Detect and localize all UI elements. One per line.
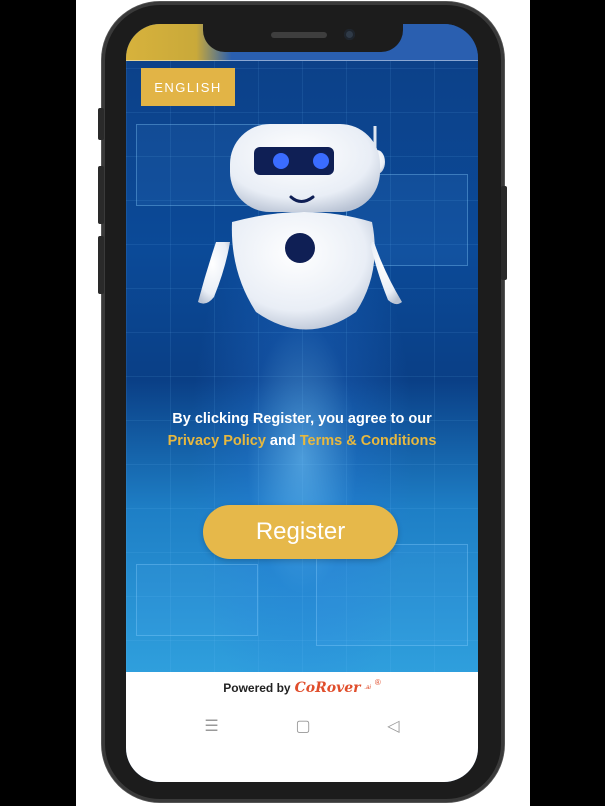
- agreement-text: By clicking Register, you agree to our P…: [166, 408, 438, 452]
- terms-link[interactable]: Terms & Conditions: [300, 433, 437, 449]
- home-icon[interactable]: ▢: [295, 716, 310, 736]
- powered-by-footer: Powered by CoRover .ai ®: [126, 672, 478, 705]
- powered-by-label: Powered by: [223, 681, 291, 695]
- robot-mascot: [198, 124, 402, 330]
- phone-button-silent: [98, 108, 104, 140]
- android-nav-bar: ☰ ▢ ◁: [126, 704, 478, 748]
- phone-button-volume-up: [98, 166, 104, 224]
- back-icon[interactable]: ◁: [387, 716, 399, 736]
- phone-button-volume-down: [98, 236, 104, 294]
- registered-mark: ®: [374, 677, 381, 687]
- register-button[interactable]: Register: [203, 505, 398, 559]
- privacy-policy-link[interactable]: Privacy Policy: [168, 433, 266, 449]
- agreement-prefix: By clicking Register, you agree to our: [172, 411, 432, 427]
- agreement-and: and: [265, 433, 300, 449]
- bottom-safe-area: [126, 748, 478, 782]
- hud-panel: [316, 544, 468, 646]
- hud-panel: [136, 564, 258, 636]
- phone-screen: ENGLISH By clicking Register, you agree …: [126, 24, 478, 782]
- app-screen: ENGLISH By clicking Register, you agree …: [126, 24, 478, 672]
- front-camera: [344, 29, 355, 40]
- speaker-grille: [271, 32, 327, 38]
- corover-logo-suffix: .ai: [364, 685, 371, 691]
- corover-logo: CoRover: [294, 680, 361, 696]
- phone-button-power: [501, 186, 507, 280]
- menu-icon[interactable]: ☰: [204, 716, 218, 736]
- language-select-button[interactable]: ENGLISH: [141, 68, 235, 106]
